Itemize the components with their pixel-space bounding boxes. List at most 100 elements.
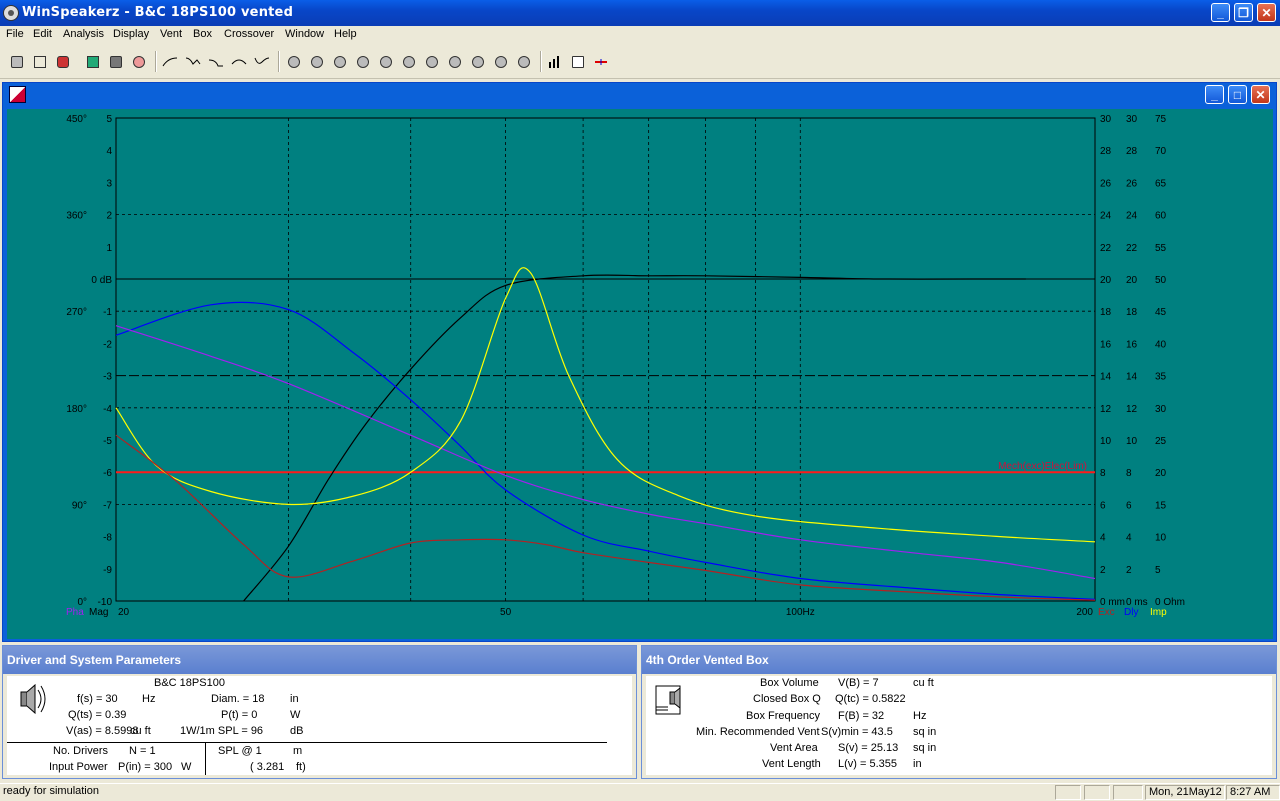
menu-display[interactable]: Display	[113, 28, 149, 40]
dly-tick-label: 18	[1126, 307, 1138, 318]
power-value[interactable]: P(in) = 300	[118, 761, 172, 773]
red-line-icon[interactable]	[591, 51, 611, 72]
restore-button[interactable]: ❐	[1234, 3, 1253, 22]
graph-2-icon[interactable]	[330, 51, 350, 72]
box-icon[interactable]	[83, 51, 103, 72]
graph-4-icon[interactable]	[376, 51, 396, 72]
vas-value[interactable]: V(as) = 8.5998	[66, 725, 138, 737]
imp-tick-label: 5	[1155, 565, 1161, 576]
db-tick-label: -4	[103, 404, 112, 415]
graph-3-icon[interactable]	[353, 51, 373, 72]
divider	[205, 742, 206, 775]
pt-value[interactable]: P(t) = 0	[221, 709, 257, 721]
db-tick-label: 4	[106, 146, 112, 157]
menu-analysis[interactable]: Analysis	[63, 28, 104, 40]
exc-tick-label: 2	[1100, 565, 1106, 576]
menu-help[interactable]: Help	[334, 28, 357, 40]
vented-box-icon[interactable]	[654, 684, 684, 718]
menu-crossover[interactable]: Crossover	[224, 28, 274, 40]
min-vent-value[interactable]: S(v)min = 43.5	[821, 726, 893, 738]
graph-0-icon[interactable]	[514, 51, 534, 72]
vent-area-unit: sq in	[913, 742, 937, 754]
drivers-label: No. Drivers	[53, 745, 109, 757]
exc-tick-label: 24	[1100, 211, 1112, 222]
db-tick-label: -5	[103, 436, 112, 447]
notch-filter-icon[interactable]	[229, 51, 249, 72]
delay-curve	[115, 325, 1096, 580]
vent-area-value[interactable]: S(v) = 25.13	[838, 742, 898, 754]
menu-box[interactable]: Box	[193, 28, 212, 40]
imp-tick-label: 65	[1155, 178, 1167, 189]
exc-tick-label: 16	[1100, 339, 1112, 350]
phase-tick-label: 360°	[66, 211, 87, 222]
imp-tick-label: 10	[1155, 533, 1167, 544]
x-tick-label: 20	[118, 607, 130, 618]
box-frequency-unit: Hz	[913, 710, 927, 722]
x-tick-label: 50	[500, 607, 512, 618]
graph-9-icon[interactable]	[491, 51, 511, 72]
child-minimize-button[interactable]: _	[1205, 85, 1224, 104]
box-frequency-value[interactable]: F(B) = 32	[838, 710, 884, 722]
speaker-icon[interactable]	[17, 682, 47, 716]
excursion-curve	[115, 301, 1096, 600]
ear-icon[interactable]	[129, 51, 149, 72]
close-button[interactable]: ✕	[1257, 3, 1276, 22]
splat-ft-value: ( 3.281	[250, 761, 285, 773]
menu-window[interactable]: Window	[285, 28, 324, 40]
status-bar: ready for simulation Mon, 21May12 8:27 A…	[0, 783, 1280, 801]
highpass-filter-icon[interactable]	[160, 51, 180, 72]
menu-file[interactable]: File	[6, 28, 24, 40]
splat-label[interactable]: SPL @ 1	[218, 745, 262, 757]
app-icon[interactable]	[3, 5, 19, 21]
menu-vent[interactable]: Vent	[160, 28, 182, 40]
graph-window-icon[interactable]	[9, 86, 26, 103]
closed-box-q-value[interactable]: Q(tc) = 0.5822	[835, 693, 906, 705]
minimize-button[interactable]: _	[1211, 3, 1230, 22]
graph-7-icon[interactable]	[445, 51, 465, 72]
dly-tick-label: 6	[1126, 500, 1132, 511]
imp-tick-label: 35	[1155, 372, 1167, 383]
fs-value[interactable]: f(s) = 30	[77, 693, 118, 705]
shelf-filter-icon[interactable]	[252, 51, 272, 72]
imp-tick-label: 25	[1155, 436, 1167, 447]
imp-tick-label: 40	[1155, 339, 1167, 350]
graph-1-icon[interactable]	[307, 51, 327, 72]
crossover-icon[interactable]	[30, 51, 50, 72]
menu-bar: File Edit Analysis Display Vent Box Cros…	[0, 26, 1280, 45]
driver-icon[interactable]	[7, 51, 27, 72]
graph-6-icon[interactable]	[422, 51, 442, 72]
diam-value[interactable]: Diam. = 18	[211, 693, 265, 705]
drivers-value[interactable]: N = 1	[129, 745, 156, 757]
car-icon[interactable]	[53, 51, 73, 72]
spl-value[interactable]: 1W/1m SPL = 96	[180, 725, 263, 737]
graph-8-icon[interactable]	[468, 51, 488, 72]
toolbar-separator	[278, 51, 280, 72]
bandpass-filter-icon[interactable]	[206, 51, 226, 72]
box-volume-unit: cu ft	[913, 677, 934, 689]
imp-tick-label: 45	[1155, 307, 1167, 318]
child-maximize-button[interactable]: □	[1228, 85, 1247, 104]
plot-area: 543210 dB -1 -2 -3 -4 -5 -6 -7 -8 -9 -10 450° 360° 27…	[7, 109, 1273, 639]
splat-ft-unit: ft)	[296, 761, 306, 773]
copy-graph-icon[interactable]	[568, 51, 588, 72]
db-tick-label: 5	[106, 114, 112, 125]
imp-tick-label: 30	[1155, 404, 1167, 415]
child-close-button[interactable]: ✕	[1251, 85, 1270, 104]
vent-length-value[interactable]: L(v) = 5.355	[838, 758, 897, 770]
db-tick-label: 0 dB	[91, 275, 112, 286]
box-volume-value[interactable]: V(B) = 7	[838, 677, 879, 689]
response-chart[interactable]: 543210 dB-1-2-3-4-5-6-7-8-9-10450°360°27…	[7, 109, 1273, 639]
status-pane	[1084, 785, 1110, 800]
window-title: WinSpeakerz - B&C 18PS100 vented	[22, 5, 294, 20]
graph-w-icon[interactable]	[284, 51, 304, 72]
lowpass-filter-icon[interactable]	[183, 51, 203, 72]
imp-tick-label: 75	[1155, 114, 1167, 125]
graph-5-icon[interactable]	[399, 51, 419, 72]
exc-tick-label: 10	[1100, 436, 1112, 447]
menu-edit[interactable]: Edit	[33, 28, 52, 40]
db-tick-label: -6	[103, 468, 112, 479]
bar-chart-icon[interactable]	[545, 51, 565, 72]
qts-value[interactable]: Q(ts) = 0.39	[68, 709, 126, 721]
db-tick-label: 3	[106, 178, 112, 189]
speaker-icon[interactable]	[106, 51, 126, 72]
